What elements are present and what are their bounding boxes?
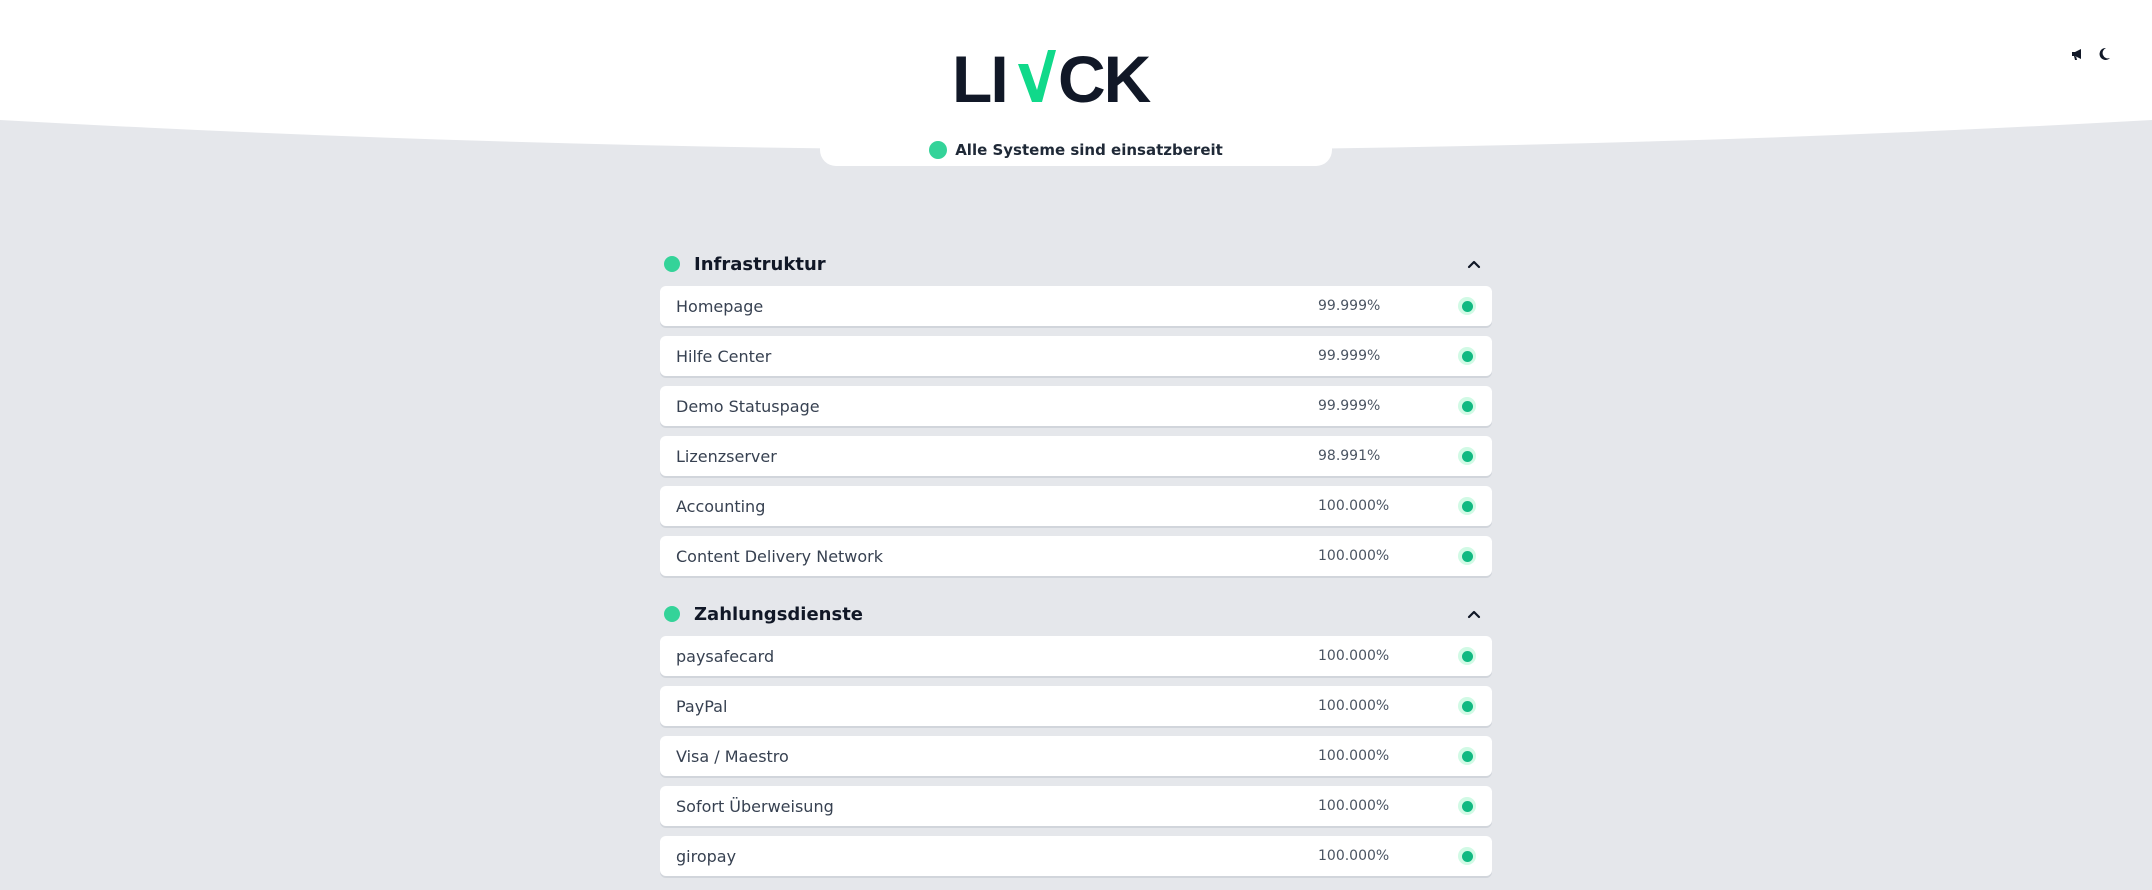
- group-header[interactable]: Infrastruktur: [660, 248, 1492, 280]
- overall-status-dot: [929, 141, 948, 159]
- service-name: giropay: [676, 846, 737, 866]
- service-status-dot: [1458, 397, 1476, 415]
- service-row[interactable]: Hilfe Center 99.999%: [660, 336, 1492, 376]
- service-row[interactable]: Sofort Überweisung 100.000%: [660, 786, 1492, 826]
- service-name: Hilfe Center: [676, 346, 772, 366]
- service-name: Homepage: [676, 296, 764, 316]
- svg-text:LI: LI: [952, 44, 1007, 108]
- service-uptime: 100.000%: [1318, 798, 1390, 814]
- service-name: Lizenzserver: [676, 446, 777, 466]
- service-groups: Infrastruktur Homepage 99.999% Hilfe Cen…: [660, 248, 1492, 890]
- service-uptime: 100.000%: [1318, 498, 1390, 514]
- overall-status-banner: Alle Systeme sind einsatzbereit: [820, 134, 1332, 166]
- service-uptime: 98.991%: [1318, 448, 1381, 464]
- service-row[interactable]: Visa / Maestro 100.000%: [660, 736, 1492, 776]
- megaphone-icon[interactable]: [2070, 46, 2086, 62]
- group-header[interactable]: Zahlungsdienste: [660, 598, 1492, 630]
- group-zahlungsdienste: Zahlungsdienste paysafecard 100.000% Pay…: [660, 598, 1492, 876]
- overall-status-text: Alle Systeme sind einsatzbereit: [955, 141, 1223, 159]
- group-status-dot: [664, 606, 680, 622]
- service-row[interactable]: PayPal 100.000%: [660, 686, 1492, 726]
- service-name: Content Delivery Network: [676, 546, 884, 566]
- service-name: Demo Statuspage: [676, 396, 820, 416]
- service-uptime: 100.000%: [1318, 848, 1390, 864]
- moon-icon[interactable]: [2096, 46, 2112, 62]
- group-title: Infrastruktur: [694, 253, 826, 275]
- service-uptime: 100.000%: [1318, 698, 1390, 714]
- service-name: PayPal: [676, 696, 728, 716]
- livck-logo[interactable]: LI CK: [952, 44, 1162, 108]
- service-row[interactable]: Demo Statuspage 99.999%: [660, 386, 1492, 426]
- header-actions: [2070, 46, 2112, 62]
- group-title: Zahlungsdienste: [694, 603, 864, 625]
- service-row[interactable]: Content Delivery Network 100.000%: [660, 536, 1492, 576]
- service-status-dot: [1458, 497, 1476, 515]
- service-name: Sofort Überweisung: [676, 796, 834, 816]
- group-infrastruktur: Infrastruktur Homepage 99.999% Hilfe Cen…: [660, 248, 1492, 576]
- service-row[interactable]: Lizenzserver 98.991%: [660, 436, 1492, 476]
- service-name: Visa / Maestro: [676, 746, 789, 766]
- service-row[interactable]: paysafecard 100.000%: [660, 636, 1492, 676]
- service-status-dot: [1458, 647, 1476, 665]
- service-uptime: 99.999%: [1318, 398, 1381, 414]
- svg-text:CK: CK: [1058, 44, 1152, 108]
- service-status-dot: [1458, 747, 1476, 765]
- service-uptime: 100.000%: [1318, 548, 1390, 564]
- service-status-dot: [1458, 547, 1476, 565]
- service-name: Accounting: [676, 496, 766, 516]
- service-uptime: 99.999%: [1318, 298, 1381, 314]
- service-status-dot: [1458, 297, 1476, 315]
- status-page: LI CK Alle Systeme sind einsatzbereit In…: [0, 0, 2152, 890]
- service-status-dot: [1458, 447, 1476, 465]
- service-status-dot: [1458, 347, 1476, 365]
- service-row[interactable]: Accounting 100.000%: [660, 486, 1492, 526]
- service-uptime: 100.000%: [1318, 748, 1390, 764]
- chevron-up-icon[interactable]: [1460, 600, 1488, 628]
- chevron-up-icon[interactable]: [1460, 250, 1488, 278]
- service-name: paysafecard: [676, 646, 775, 666]
- service-uptime: 100.000%: [1318, 648, 1390, 664]
- group-status-dot: [664, 256, 680, 272]
- service-row[interactable]: giropay 100.000%: [660, 836, 1492, 876]
- service-status-dot: [1458, 697, 1476, 715]
- service-uptime: 99.999%: [1318, 348, 1381, 364]
- service-row[interactable]: Homepage 99.999%: [660, 286, 1492, 326]
- service-status-dot: [1458, 847, 1476, 865]
- service-status-dot: [1458, 797, 1476, 815]
